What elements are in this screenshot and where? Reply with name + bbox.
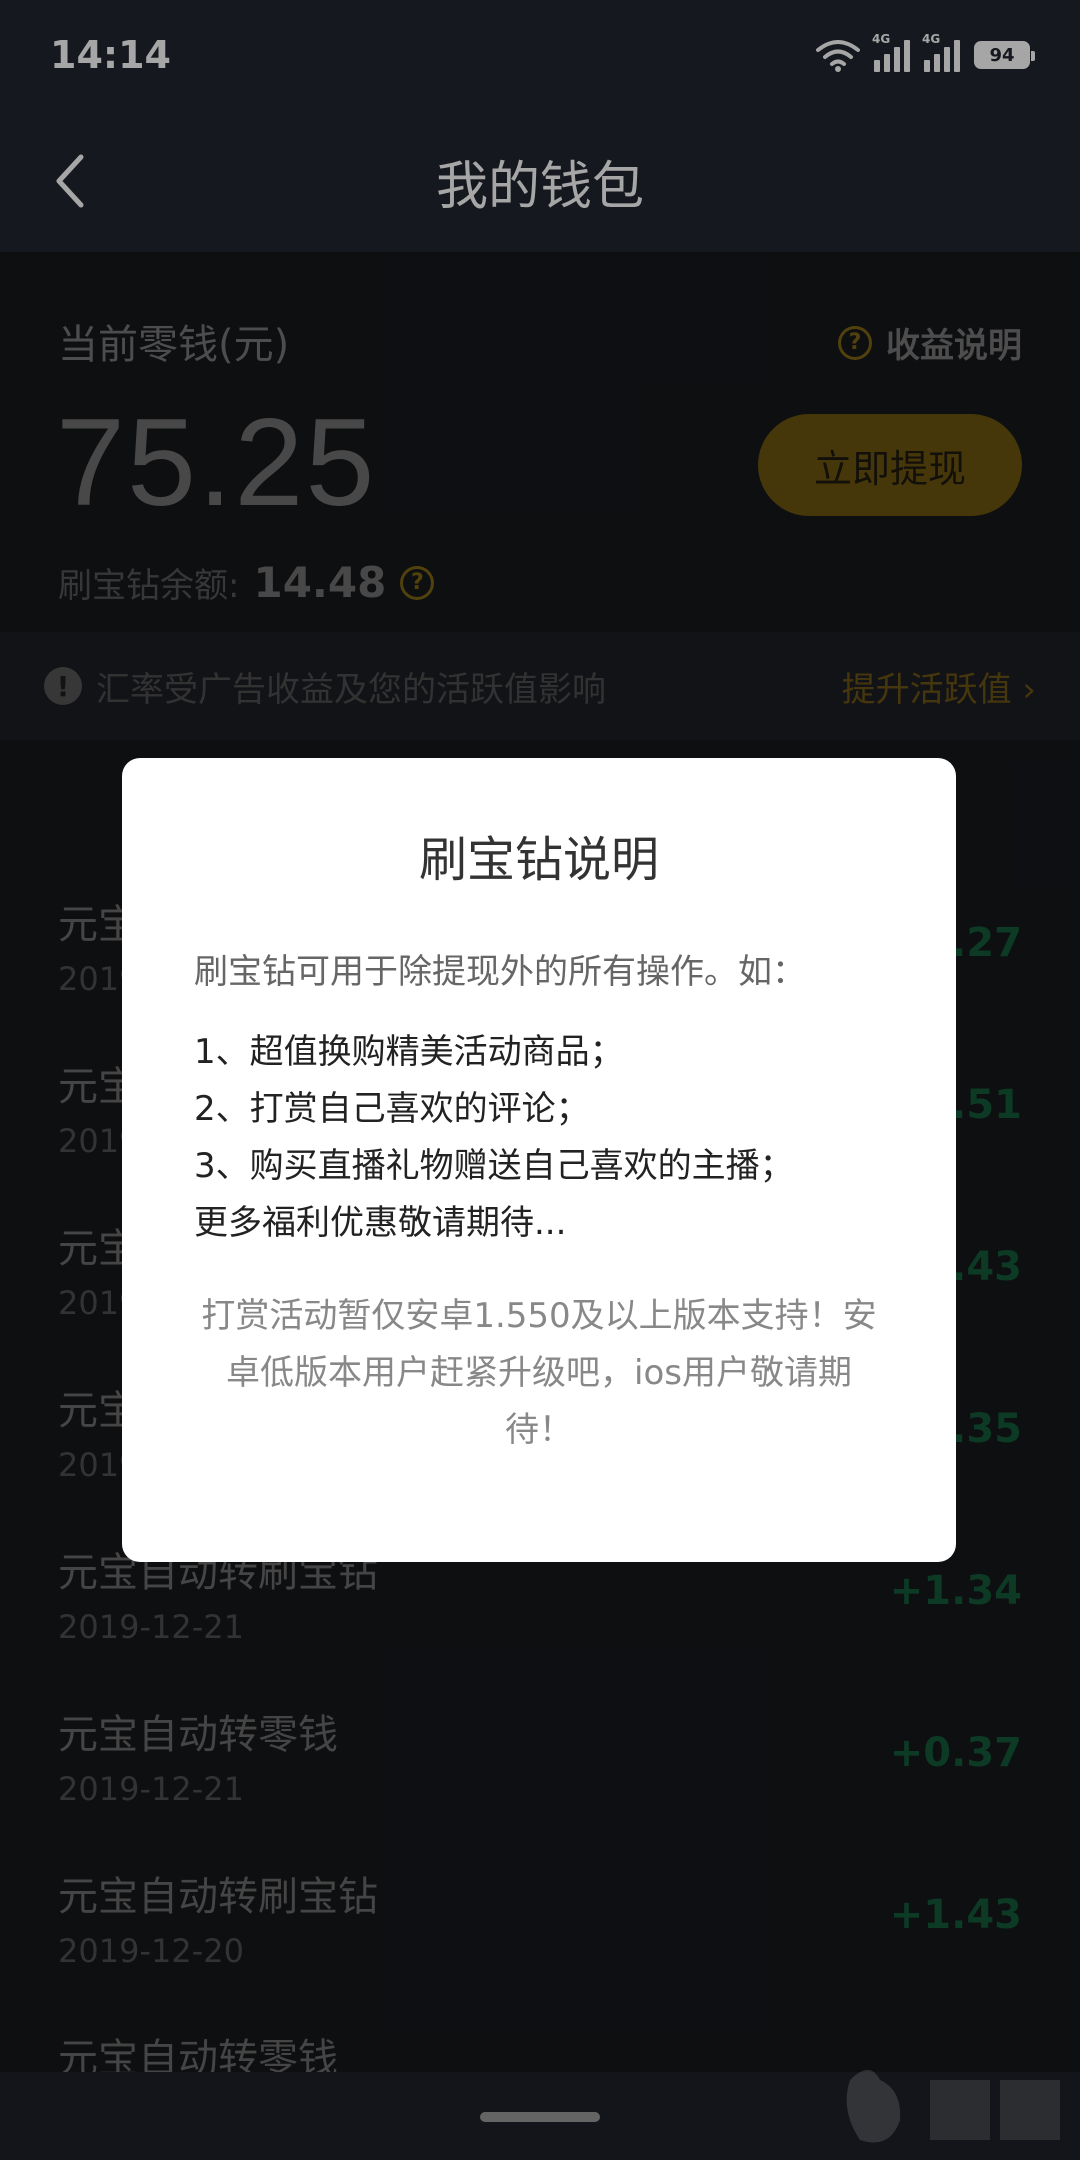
dialog-title: 刷宝钻说明 xyxy=(418,832,659,888)
dialog-list-item: 2、打赏自己喜欢的评论； xyxy=(194,1089,590,1129)
dialog-note: 打赏活动暂仅安卓1.550及以上版本支持！安卓低版本用户赶紧升级吧，ios用户敬… xyxy=(201,1296,877,1450)
diamond-info-dialog: 刷宝钻说明 刷宝钻可用于除提现外的所有操作。如： 1、超值换购精美活动商品； 2… xyxy=(122,758,956,1562)
dialog-list-item: 3、购买直播礼物赠送自己喜欢的主播； xyxy=(194,1146,794,1186)
dialog-list: 1、超值换购精美活动商品； 2、打赏自己喜欢的评论； 3、购买直播礼物赠送自己喜… xyxy=(194,1024,794,1252)
dialog-list-item: 1、超值换购精美活动商品； xyxy=(194,1032,624,1072)
dialog-list-item: 更多福利优惠敬请期待... xyxy=(194,1203,567,1243)
dialog-intro: 刷宝钻可用于除提现外的所有操作。如： xyxy=(194,952,806,992)
